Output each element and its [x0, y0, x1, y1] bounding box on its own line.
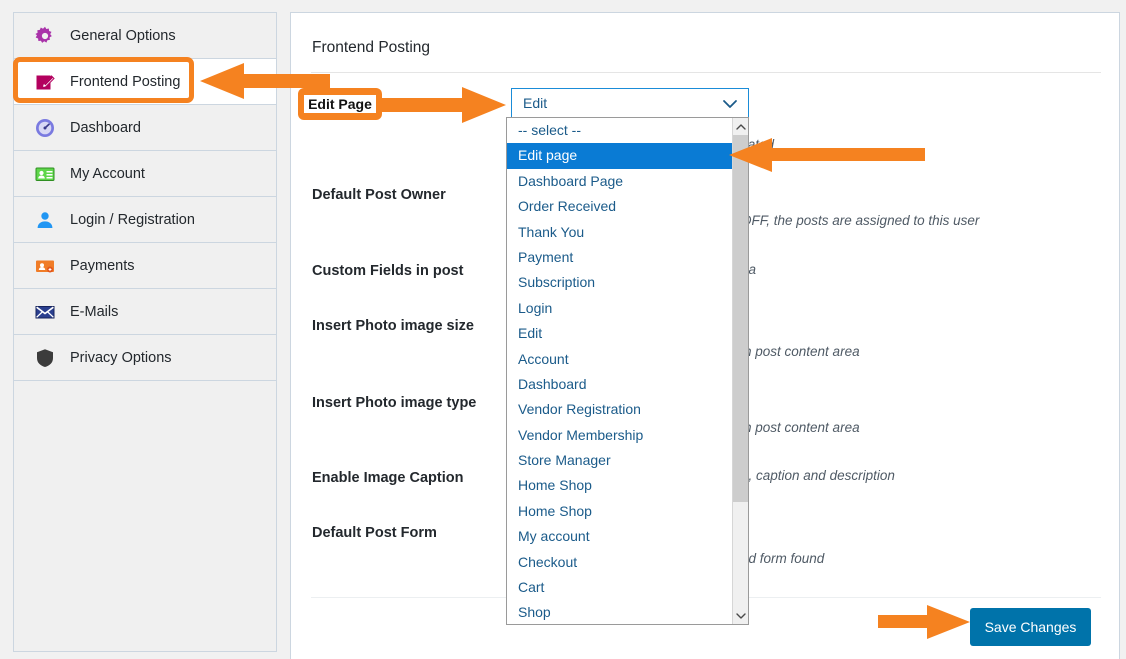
dropdown-option[interactable]: Payment [507, 245, 733, 270]
dropdown-option[interactable]: Subscription [507, 270, 733, 295]
sidebar-item-privacy-options[interactable]: Privacy Options [14, 335, 276, 381]
dropdown-option[interactable]: Store Manager [507, 448, 733, 473]
dropdown-option[interactable]: Dashboard Page [507, 169, 733, 194]
settings-sidebar: General Options Frontend Posting Dashboard… [13, 12, 277, 652]
default-post-form-select[interactable]: Edit [511, 88, 749, 118]
gauge-icon [34, 117, 56, 139]
id-card-icon [34, 163, 56, 185]
edit-page-annotation-badge: Edit Page [298, 88, 382, 120]
form-label: Default Post Form [312, 525, 437, 541]
sidebar-item-label: Payments [70, 257, 135, 274]
envelope-icon [34, 301, 56, 323]
dropdown-option[interactable]: My account [507, 524, 733, 549]
form-hint: e, caption and description [741, 468, 895, 483]
dropdown-option[interactable]: Home Shop [507, 473, 733, 498]
sidebar-item-frontend-posting[interactable]: Frontend Posting [14, 59, 276, 105]
form-hint: OFF, the posts are assigned to this user [741, 213, 980, 228]
dropdown-option[interactable]: Thank You [507, 220, 733, 245]
sidebar-item-label: E-Mails [70, 303, 119, 320]
dropdown-option[interactable]: Vendor Registration [507, 397, 733, 422]
sidebar-item-label: Privacy Options [70, 349, 172, 366]
form-hint: ed form found [741, 551, 825, 566]
dropdown-option[interactable]: -- select -- [507, 118, 733, 143]
scroll-down-arrow-icon[interactable] [733, 607, 748, 624]
sidebar-item-general-options[interactable]: General Options [14, 13, 276, 59]
user-icon [34, 209, 56, 231]
form-label: Insert Photo image size [312, 318, 474, 334]
sidebar-item-label: Login / Registration [70, 211, 195, 228]
select-selected-value: Edit [523, 95, 548, 111]
sidebar-item-login-registration[interactable]: Login / Registration [14, 197, 276, 243]
sidebar-item-label: Frontend Posting [70, 73, 181, 90]
shield-icon [34, 347, 56, 369]
dropdown-option[interactable]: Order Received [507, 194, 733, 219]
gear-icon [34, 25, 56, 47]
form-label: Custom Fields in post [312, 263, 464, 279]
sidebar-item-e-mails[interactable]: E-Mails [14, 289, 276, 335]
dropdown-option[interactable]: Checkout [507, 550, 733, 575]
dropdown-option[interactable]: Dashboard [507, 372, 733, 397]
form-label: Enable Image Caption [312, 470, 464, 486]
dropdown-option[interactable]: Account [507, 347, 733, 372]
chevron-down-icon [721, 96, 739, 117]
save-changes-button[interactable]: Save Changes [970, 608, 1091, 646]
form-hint: in post content area [741, 420, 860, 435]
sidebar-item-label: Dashboard [70, 119, 141, 136]
sidebar-item-dashboard[interactable]: Dashboard [14, 105, 276, 151]
form-hint: in post content area [741, 344, 860, 359]
sidebar-item-label: General Options [70, 27, 176, 44]
select-dropdown-list[interactable]: -- select -- Edit page Dashboard Page Order… [506, 117, 749, 625]
pencil-note-icon [34, 71, 56, 93]
sidebar-item-my-account[interactable]: My Account [14, 151, 276, 197]
dropdown-option[interactable]: Shop [507, 600, 733, 624]
dropdown-option[interactable]: Edit [507, 321, 733, 346]
form-label: Insert Photo image type [312, 395, 477, 411]
dropdown-option[interactable]: Edit page [507, 143, 733, 169]
scrollbar-thumb[interactable] [733, 135, 748, 502]
dropdown-option[interactable]: Cart [507, 575, 733, 600]
page-title: Frontend Posting [312, 39, 431, 56]
sidebar-item-label: My Account [70, 165, 145, 182]
dropdown-option[interactable]: Home Shop [507, 499, 733, 524]
dropdown-options: -- select -- Edit page Dashboard Page Order… [507, 118, 733, 624]
payment-card-icon [34, 255, 56, 277]
title-divider [311, 72, 1101, 73]
sidebar-item-payments[interactable]: Payments [14, 243, 276, 289]
form-label: Default Post Owner [312, 187, 446, 203]
dropdown-scrollbar[interactable] [732, 118, 748, 624]
edit-page-annotation-label: Edit Page [304, 95, 376, 113]
dropdown-option[interactable]: Login [507, 296, 733, 321]
scroll-up-arrow-icon[interactable] [733, 118, 748, 135]
dropdown-option[interactable]: Vendor Membership [507, 423, 733, 448]
